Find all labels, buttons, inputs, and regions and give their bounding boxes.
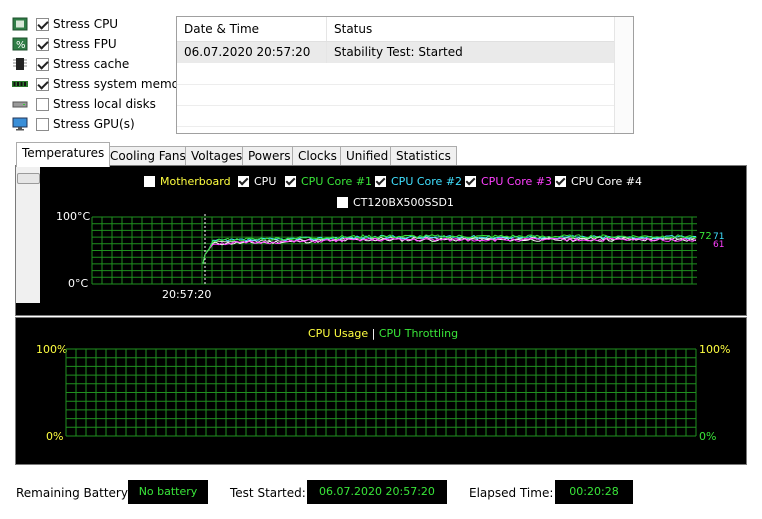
test-started-label: Test Started: [230, 486, 306, 500]
elapsed-time-label: Elapsed Time: [469, 486, 554, 500]
battery-label: Remaining Battery: [16, 486, 132, 500]
test-started-value: 06.07.2020 20:57:20 [307, 480, 447, 504]
tab-temperatures[interactable]: Temperatures [16, 142, 111, 167]
cpu-usage-chart [65, 348, 697, 437]
battery-value: No battery [128, 480, 208, 504]
cpu-usage-grid [65, 348, 697, 437]
elapsed-time-value: 00:20:28 [555, 480, 633, 504]
